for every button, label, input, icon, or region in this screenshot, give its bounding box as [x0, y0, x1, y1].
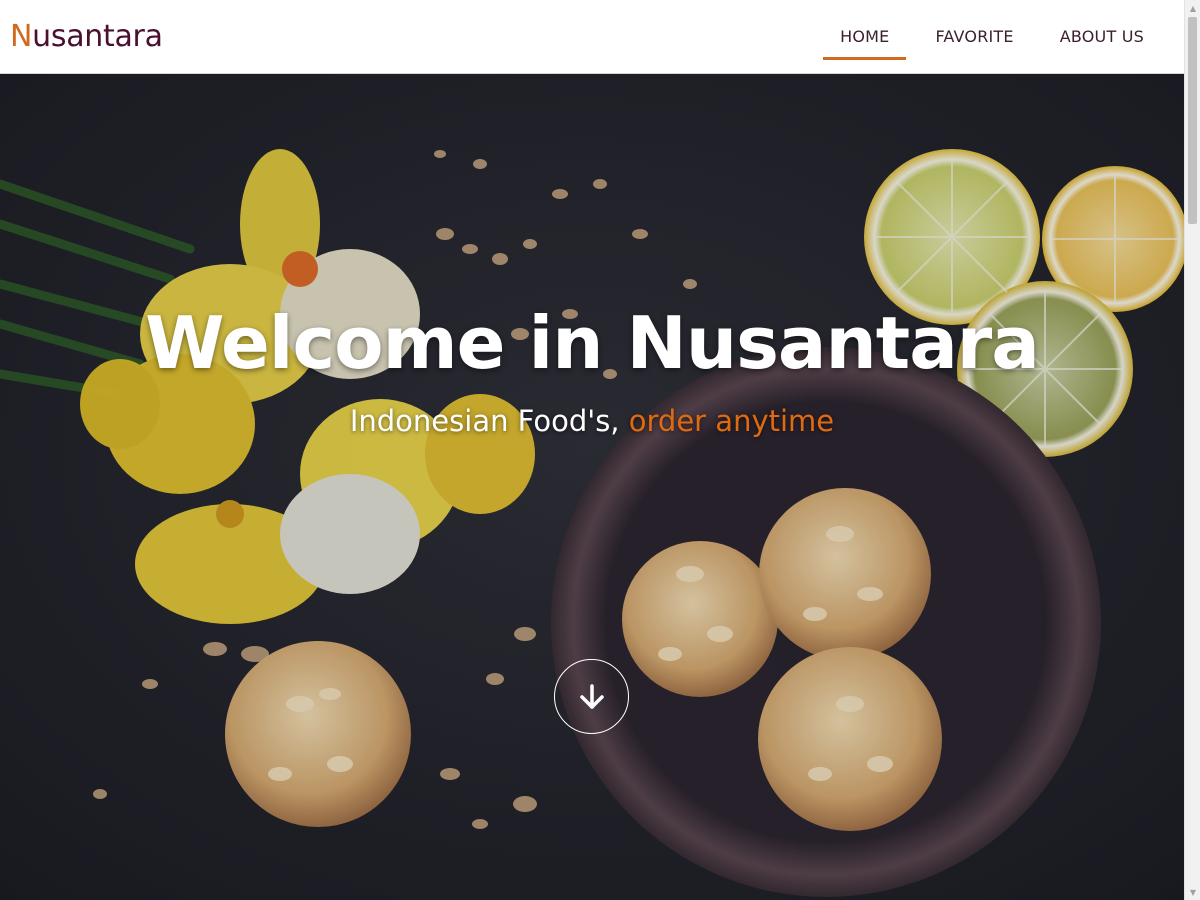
scroll-up-arrow-icon[interactable]: ▲ — [1185, 0, 1200, 16]
hero-subtitle-accent: order anytime — [628, 404, 835, 438]
nav-favorite[interactable]: FAVORITE — [918, 0, 1030, 74]
logo-rest: usantara — [32, 19, 163, 54]
scroll-down-button[interactable] — [554, 659, 629, 734]
main-nav: HOME FAVORITE ABOUT US — [817, 0, 1167, 74]
scrollbar-thumb[interactable] — [1188, 17, 1197, 224]
hero-subtitle: Indonesian Food's, order anytime — [0, 404, 1184, 438]
hero-title: Welcome in Nusantara — [145, 301, 1040, 385]
page-scrollbar[interactable]: ▲ ▼ — [1184, 0, 1200, 900]
hero-section: Welcome in Nusantara Indonesian Food's, … — [0, 74, 1184, 900]
nav-home[interactable]: HOME — [823, 0, 907, 74]
nav-about-us[interactable]: ABOUT US — [1043, 0, 1161, 74]
site-logo[interactable]: Nusantara — [10, 19, 163, 54]
logo-first-letter: N — [10, 19, 33, 54]
arrow-down-icon — [579, 683, 604, 709]
hero-background-image — [0, 74, 1184, 900]
scroll-down-arrow-icon[interactable]: ▼ — [1185, 884, 1200, 900]
hero-subtitle-text: Indonesian Food's, — [349, 404, 620, 438]
site-header: Nusantara HOME FAVORITE ABOUT US — [0, 0, 1184, 74]
